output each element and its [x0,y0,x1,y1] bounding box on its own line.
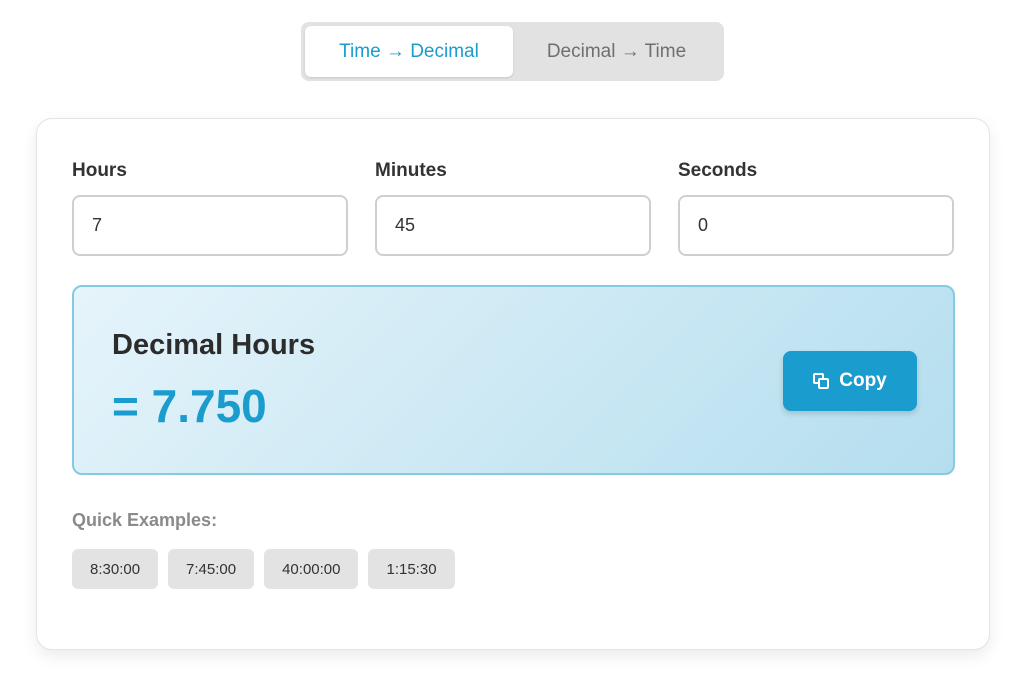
copy-icon [813,373,830,389]
hours-label: Hours [72,160,127,181]
quick-examples-list: 8:30:00 7:45:00 40:00:00 1:15:30 [72,549,455,589]
example-chip[interactable]: 8:30:00 [72,549,159,589]
seconds-label: Seconds [678,160,758,181]
minutes-label: Minutes [375,160,447,181]
hours-field-group: Hours [72,161,348,256]
seconds-field-group: Seconds [678,161,954,256]
hours-input[interactable] [72,195,348,256]
tab-time-to-decimal[interactable]: Time → Decimal [305,26,513,77]
example-chip[interactable]: 40:00:00 [264,549,359,589]
mode-toggle: Time → Decimal Decimal → Time [301,22,724,81]
copy-button-label: Copy [839,370,887,391]
seconds-input[interactable] [678,195,954,256]
copy-button[interactable]: Copy [783,351,917,411]
result-value: = 7.750 [112,380,267,432]
example-chip[interactable]: 1:15:30 [368,549,455,589]
result-panel: Decimal Hours = 7.750 Copy [72,285,955,475]
result-label: Decimal Hours [112,329,316,361]
tab-decimal-to-time[interactable]: Decimal → Time [513,26,720,77]
minutes-input[interactable] [375,195,651,256]
example-chip[interactable]: 7:45:00 [168,549,255,589]
quick-examples-label: Quick Examples: [72,510,218,530]
converter-card: Hours Minutes Seconds Decimal Hours = 7.… [36,118,990,650]
minutes-field-group: Minutes [375,161,651,256]
